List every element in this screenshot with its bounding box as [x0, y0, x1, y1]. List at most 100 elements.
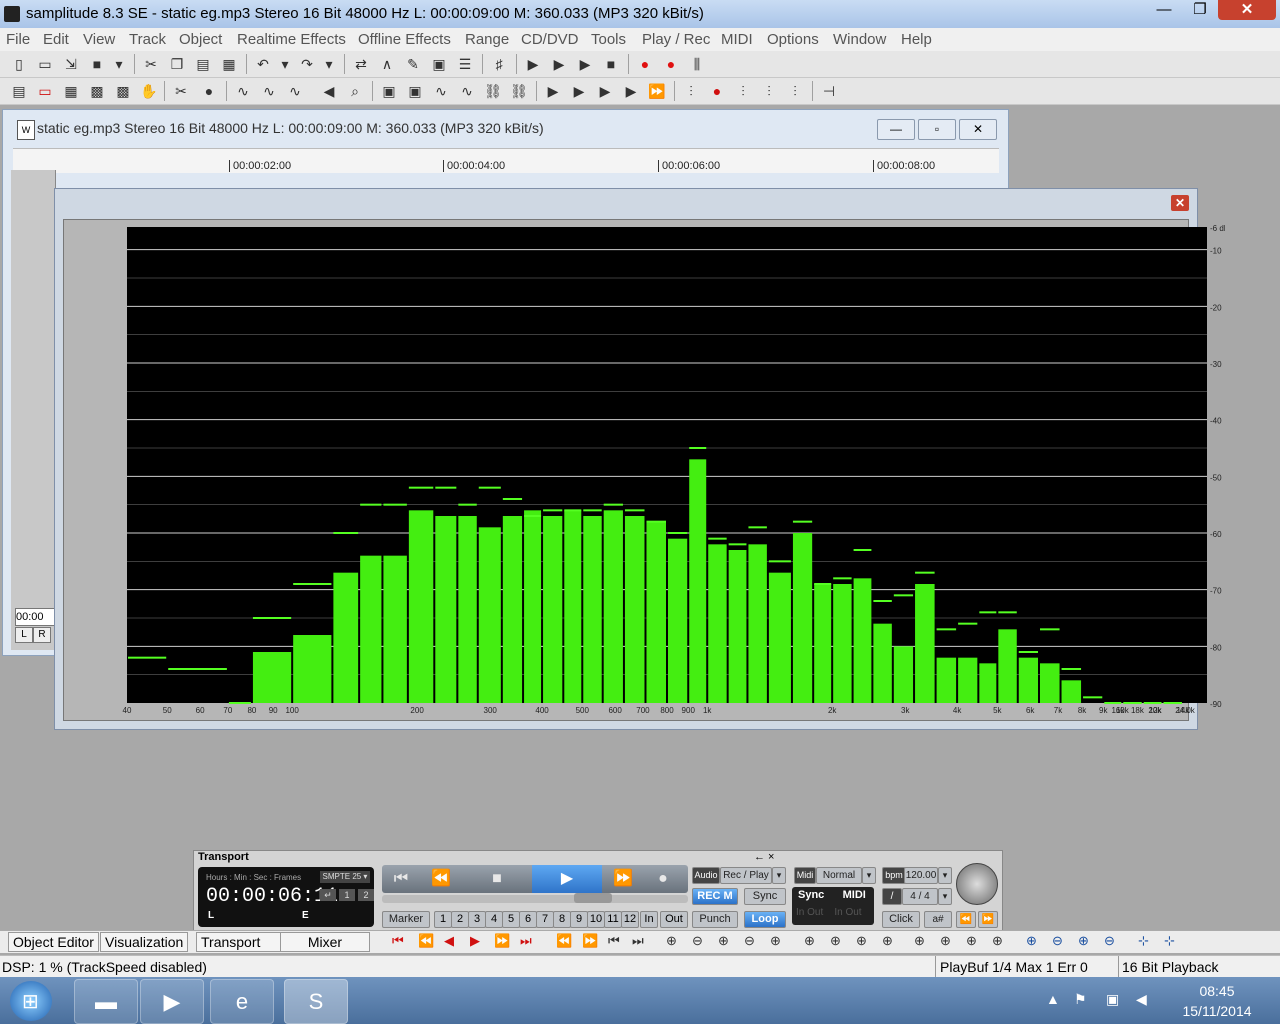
jump-back-icon[interactable]: ⏪ [556, 933, 572, 949]
zoom-5s-icon[interactable]: ⊕ [804, 933, 815, 949]
marker-move-icon[interactable]: ⫶ [734, 82, 752, 100]
menu-window[interactable]: Window [833, 31, 886, 48]
window-icon[interactable]: ▣ [380, 82, 398, 100]
media-player-taskbar-icon[interactable]: ▶ [140, 979, 204, 1024]
menu-options[interactable]: Options [767, 31, 819, 48]
sync-button[interactable]: Sync [744, 888, 786, 905]
zoom-vertical-out-icon[interactable]: ⊖ [1052, 933, 1063, 949]
play-button[interactable]: ▶ [532, 865, 602, 893]
undo-dropdown-icon[interactable]: ▾ [276, 55, 294, 73]
volume-icon[interactable]: ◀ [1136, 991, 1147, 1008]
zoom-selection-icon[interactable]: ⊖ [744, 933, 755, 949]
nudge-back-button[interactable]: ⏪ [956, 911, 976, 928]
jump-marker-forward-icon[interactable]: ⏭ [632, 933, 644, 949]
zoom-preset-1-icon[interactable]: ⊕ [914, 933, 925, 949]
samplitude-taskbar-icon[interactable]: S [284, 979, 348, 1024]
new-file-icon[interactable]: ▯ [10, 55, 28, 73]
time-preset-1-button[interactable]: 1 [339, 889, 355, 901]
menu-play-rec[interactable]: Play / Rec [642, 31, 710, 48]
zoom-in-icon[interactable]: ⊕ [666, 933, 677, 949]
project-maximize-button[interactable]: ▫ [918, 119, 956, 140]
volume-curve-icon[interactable]: ∿ [234, 82, 252, 100]
fast-forward-icon[interactable]: ⏩ [648, 82, 666, 100]
object-icon[interactable]: ▣ [430, 55, 448, 73]
import-icon[interactable]: ⇲ [62, 55, 80, 73]
paste-special-icon[interactable]: ▦ [220, 55, 238, 73]
punch-button[interactable]: Punch [692, 911, 738, 928]
record-options-icon[interactable]: ● [636, 55, 654, 73]
rewind-button[interactable]: ⏪ [422, 865, 460, 893]
wave-zoom-icon[interactable]: ∿ [458, 82, 476, 100]
step-back-icon[interactable]: ◀ [444, 933, 454, 949]
marker-next-icon[interactable]: ⫶ [760, 82, 778, 100]
right-channel-button[interactable]: R [33, 627, 51, 643]
save-dropdown-icon[interactable]: ▾ [110, 55, 128, 73]
redo-dropdown-icon[interactable]: ▾ [320, 55, 338, 73]
edit-icon[interactable]: ✎ [404, 55, 422, 73]
marker-9-button[interactable]: 9 [570, 911, 588, 928]
zoom-preset-2-icon[interactable]: ⊕ [940, 933, 951, 949]
show-hidden-icons-icon[interactable]: ▲ [1046, 991, 1060, 1007]
menu-edit[interactable]: Edit [43, 31, 69, 48]
range-icon[interactable]: ▭ [36, 82, 54, 100]
zoom-track-out-icon[interactable]: ⊖ [1104, 933, 1115, 949]
maximize-button[interactable]: ❐ [1182, 0, 1218, 20]
marker-6-button[interactable]: 6 [519, 911, 537, 928]
copy-icon[interactable]: ❐ [168, 55, 186, 73]
transport-window-controls[interactable]: ← × [754, 851, 774, 863]
zoom-track-in-icon[interactable]: ⊕ [1078, 933, 1089, 949]
click-button[interactable]: Click [882, 911, 920, 928]
project-minimize-button[interactable]: — [877, 119, 915, 140]
internet-explorer-taskbar-icon[interactable]: e [210, 979, 274, 1024]
zoom-preset-4-icon[interactable]: ⊕ [992, 933, 1003, 949]
play-range-icon[interactable]: ▶ [550, 55, 568, 73]
menu-cd-dvd[interactable]: CD/DVD [521, 31, 579, 48]
zoom-out-icon[interactable]: ⊖ [692, 933, 703, 949]
pan-curve-icon[interactable]: ∿ [260, 82, 278, 100]
step-forward-icon[interactable]: ▶ [470, 933, 480, 949]
menu-realtime-effects[interactable]: Realtime Effects [237, 31, 346, 48]
tab-mixer[interactable]: Mixer [280, 932, 370, 952]
track-icon[interactable]: ▤ [10, 82, 28, 100]
menu-midi[interactable]: MIDI [721, 31, 753, 48]
open-folder-icon[interactable]: ▭ [36, 55, 54, 73]
bpm-dropdown-arrow[interactable]: ▾ [938, 867, 952, 884]
mixer-icon[interactable]: ⫼ [688, 55, 706, 73]
left-channel-button[interactable]: L [15, 627, 33, 643]
track-fit-icon[interactable]: ⊹ [1164, 933, 1175, 949]
signature-dropdown-arrow[interactable]: ▾ [938, 888, 952, 905]
redo-icon[interactable]: ↷ [298, 55, 316, 73]
shuttle-slider[interactable] [382, 893, 688, 903]
start-button[interactable]: ⊞ [10, 981, 52, 1021]
midi-mode-dropdown-arrow[interactable]: ▾ [862, 867, 876, 884]
wave-view-icon[interactable]: ∿ [432, 82, 450, 100]
marker-in-button[interactable]: In [640, 911, 658, 928]
split-icon[interactable]: ⊣ [820, 82, 838, 100]
menu-track[interactable]: Track [129, 31, 166, 48]
group-icon[interactable]: ▩ [114, 82, 132, 100]
marker-12-button[interactable]: 12 [621, 911, 639, 928]
action-center-flag-icon[interactable]: ⚑ [1074, 991, 1087, 1008]
marker-8-button[interactable]: 8 [553, 911, 571, 928]
time-return-button[interactable]: ↵ [320, 889, 336, 901]
marker-10-button[interactable]: 10 [587, 911, 605, 928]
project-close-button[interactable]: ✕ [959, 119, 997, 140]
marker-4-button[interactable]: 4 [485, 911, 503, 928]
stop-button[interactable]: ■ [478, 865, 516, 893]
time-preset-2-button[interactable]: 2 [358, 889, 374, 901]
smpte-dropdown[interactable]: SMPTE 25 ▾ [320, 871, 370, 883]
cut-icon[interactable]: ✂ [142, 55, 160, 73]
jump-forward-icon[interactable]: ⏩ [582, 933, 598, 949]
scissors-icon[interactable]: ✂ [172, 82, 190, 100]
marker-set-icon[interactable]: ⫶ [682, 82, 700, 100]
explorer-taskbar-icon[interactable]: ▬ [74, 979, 138, 1024]
play-cursor-icon[interactable]: ▶ [576, 55, 594, 73]
menu-object[interactable]: Object [179, 31, 222, 48]
menu-tools[interactable]: Tools [591, 31, 626, 48]
zoom-all-icon[interactable]: ⊕ [718, 933, 729, 949]
grid-icon[interactable]: ☰ [456, 55, 474, 73]
undo-icon[interactable]: ↶ [254, 55, 272, 73]
analyzer-close-button[interactable]: ✕ [1171, 195, 1189, 211]
rec-m-button[interactable]: REC M [692, 888, 738, 905]
midi-mode-dropdown[interactable]: Normal [816, 867, 862, 884]
